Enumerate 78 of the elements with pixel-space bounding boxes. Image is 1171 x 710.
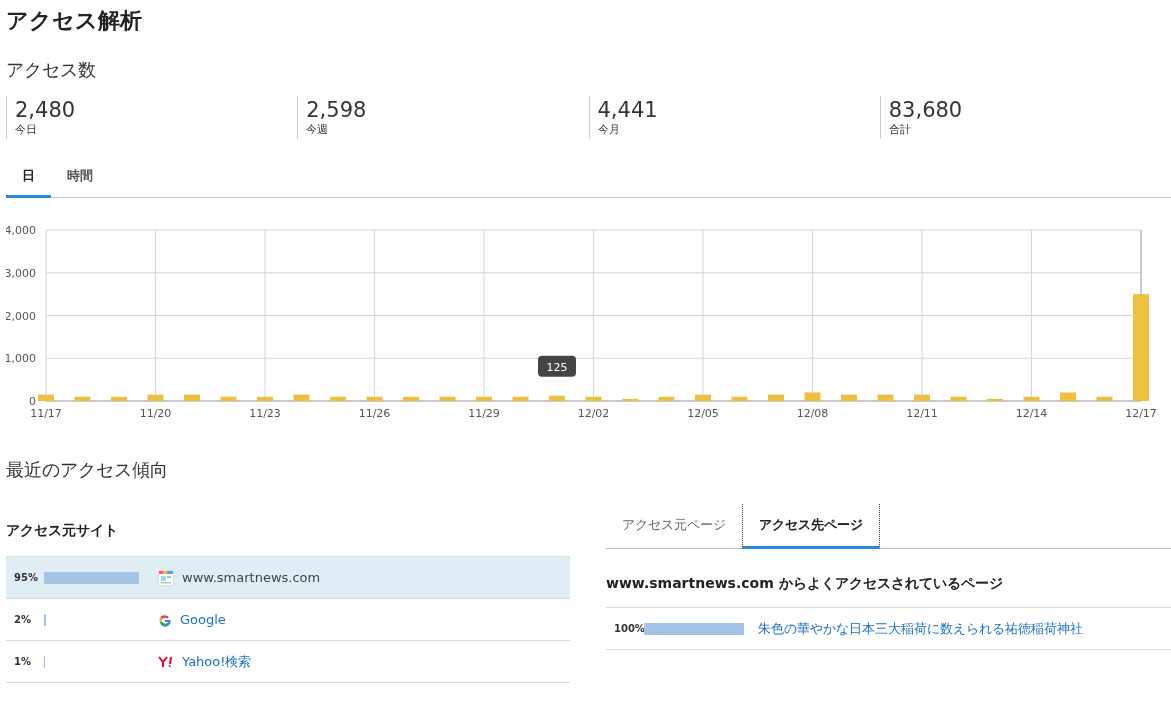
bar [1096,396,1113,401]
stat-value: 2,598 [306,98,368,122]
referrer-row[interactable]: 95% www.smartnews.com [6,557,570,599]
stat-label: 今週 [306,122,330,137]
bar [658,396,675,401]
x-axis-label: 12/17 [1125,407,1157,420]
bar [877,394,894,401]
bar [987,398,1003,401]
bar [695,394,711,401]
site-link[interactable]: Google [180,612,226,627]
x-axis-label: 11/20 [139,407,172,420]
x-axis-label: 11/26 [358,407,391,420]
bar [403,396,419,401]
y-axis-label: 3,000 [6,266,36,280]
section-heading: アクセス数 [6,58,97,82]
stat-value: 83,680 [888,98,964,122]
stat-label: 今日 [15,122,38,137]
bar [622,398,638,401]
referrer-row[interactable]: 2% Google [6,599,570,641]
percent-text: 100% [613,623,644,634]
value-tooltip: 125 [538,355,576,377]
bar [841,394,857,401]
x-axis-label: 11/29 [468,407,500,420]
x-axis-label: 11/17 [30,407,62,420]
bar [914,394,930,401]
bar [768,394,784,401]
stat-value: 4,441 [597,98,659,122]
bar [257,396,273,401]
bar [731,396,748,401]
bar [147,394,164,401]
bar [111,396,127,401]
percent-text: 2% [13,614,32,625]
x-axis-label: 12/02 [577,407,610,420]
bar [1023,396,1040,401]
bar [585,396,602,401]
x-axis-label: 12/14 [1015,407,1048,420]
page-link[interactable]: 朱色の華やかな日本三大稲荷に数えられる祐徳稲荷神社 [758,619,1083,638]
site-link[interactable]: www.smartnews.com [182,570,321,585]
site-link[interactable]: Yahoo!検索 [182,652,252,671]
x-axis-label: 12/11 [906,407,938,420]
percent-text: 1% [13,656,32,667]
panel-heading: アクセス元サイト [6,522,119,540]
panel-heading: www.smartnews.com からよくアクセスされているページ [606,575,1004,593]
referrer-row[interactable]: 1% Yahoo!検索 [6,641,570,683]
bar [74,396,91,401]
x-axis-label: 12/05 [687,407,719,420]
tab[interactable]: 時間 [51,159,109,198]
bar [439,396,456,401]
stat-label: 合計 [888,122,912,137]
percent-text: 95% [13,572,39,583]
stat-value: 2,480 [15,98,77,122]
yahoo-y-icon [158,655,174,668]
google-g-icon [158,612,172,627]
bar [549,395,565,401]
tab[interactable]: アクセス先ページ [742,504,880,549]
y-axis-label: 2,000 [6,309,36,323]
bar [293,394,310,401]
x-axis-label: 12/08 [796,407,829,420]
stat-label: 今月 [597,122,621,137]
section-heading: 最近のアクセス傾向 [6,458,169,482]
bar [184,394,200,401]
bar [804,392,821,401]
bar [950,396,967,401]
news-app-icon [158,569,174,586]
tab[interactable]: アクセス元ページ [606,504,742,549]
page-title: アクセス解析 [6,7,143,35]
x-axis-label: 11/23 [249,407,281,420]
tab[interactable]: 日 [6,159,51,198]
bar [38,394,54,401]
annotation: 125 [546,360,568,374]
bar [1060,392,1076,401]
bar [330,396,346,401]
bar [220,396,237,401]
y-axis-label: 0 [29,395,36,408]
bar [476,396,492,401]
y-axis-label: 1,000 [6,352,36,366]
bar [366,396,383,401]
bar [512,396,529,401]
